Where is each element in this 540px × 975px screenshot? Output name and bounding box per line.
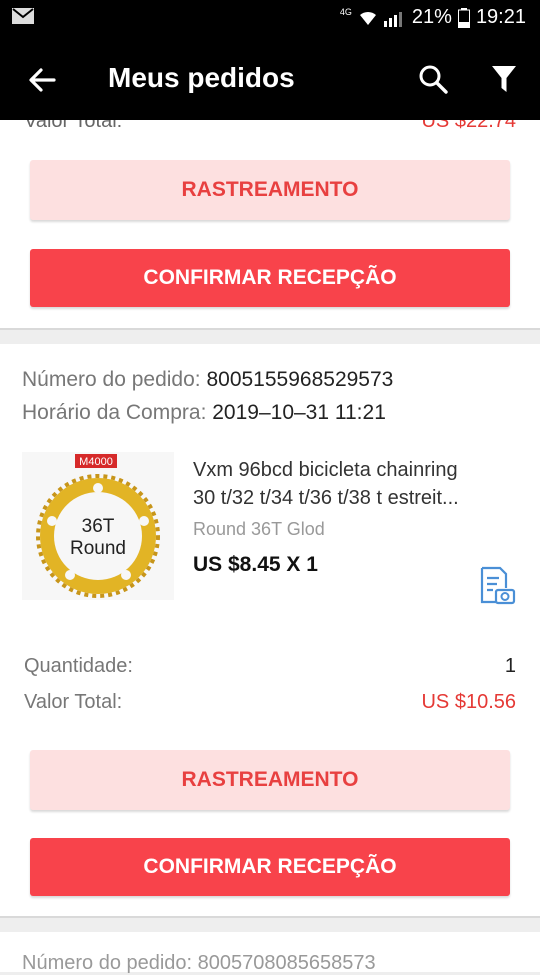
signal-icon bbox=[383, 11, 402, 27]
next-order-number: Número do pedido: 8005708085658573 bbox=[22, 952, 376, 974]
product-price: US $8.45 X 1 bbox=[193, 553, 318, 576]
previous-total-label: Valor Total: bbox=[24, 120, 123, 132]
product-title-line2[interactable]: 30 t/32 t/34 t/36 t/38 t estreit... bbox=[193, 484, 519, 512]
tracking-button[interactable]: RASTREAMENTO bbox=[30, 160, 510, 220]
clock: 19:21 bbox=[475, 6, 526, 28]
image-text-36t: 36T bbox=[82, 516, 115, 537]
previous-total-value: US $22.74 bbox=[421, 120, 516, 132]
product-image[interactable]: M4000 36T Round bbox=[22, 452, 174, 600]
wifi-icon bbox=[359, 11, 376, 25]
image-badge-text: M4000 bbox=[79, 456, 113, 468]
total-label: Valor Total: bbox=[24, 691, 123, 713]
total-row: Valor Total: US $10.56 bbox=[24, 691, 516, 714]
order-card-next: Número do pedido: 8005708085658573 bbox=[0, 932, 540, 974]
order-number-label: Número do pedido: bbox=[22, 368, 201, 391]
filter-icon[interactable] bbox=[491, 64, 517, 94]
network-type: 4G bbox=[339, 6, 352, 17]
previous-total-row: Valor Total: US $22.74 bbox=[24, 120, 516, 132]
total-value: US $10.56 bbox=[421, 691, 516, 713]
purchase-time-row: Horário da Compra: 2019–10–31 11:21 bbox=[22, 401, 386, 425]
battery-percent: 21% bbox=[411, 6, 452, 28]
order-card-previous: Valor Total: US $22.74 RASTREAMENTO CONF… bbox=[0, 120, 540, 330]
search-icon[interactable] bbox=[418, 64, 448, 94]
quantity-value: 1 bbox=[504, 655, 516, 677]
page-title: Meus pedidos bbox=[108, 62, 295, 93]
confirm-receipt-button[interactable]: CONFIRMAR RECEPÇÃO bbox=[30, 249, 510, 307]
status-bar: 4G 21% 19:21 bbox=[0, 0, 540, 38]
document-photo-icon[interactable] bbox=[478, 566, 516, 606]
quantity-row: Quantidade: 1 bbox=[24, 655, 516, 678]
product-variant: Round 36T Glod bbox=[193, 519, 325, 539]
battery-icon bbox=[457, 7, 470, 28]
purchase-time-label: Horário da Compra: bbox=[22, 401, 207, 424]
mail-icon bbox=[12, 8, 34, 24]
order-number-value: 8005155968529573 bbox=[206, 368, 394, 391]
order-card: Número do pedido: 8005155968529573 Horár… bbox=[0, 344, 540, 918]
image-text-round: Round bbox=[70, 538, 126, 559]
quantity-label: Quantidade: bbox=[24, 655, 133, 677]
back-arrow-icon[interactable] bbox=[26, 64, 58, 96]
confirm-receipt-button[interactable]: CONFIRMAR RECEPÇÃO bbox=[30, 838, 510, 896]
app-toolbar: Meus pedidos bbox=[0, 38, 540, 120]
order-number-row: Número do pedido: 8005155968529573 bbox=[22, 368, 393, 392]
tracking-button[interactable]: RASTREAMENTO bbox=[30, 750, 510, 810]
product-title-line1[interactable]: Vxm 96bcd bicicleta chainring bbox=[193, 456, 519, 484]
purchase-time-value: 2019–10–31 11:21 bbox=[212, 401, 386, 424]
